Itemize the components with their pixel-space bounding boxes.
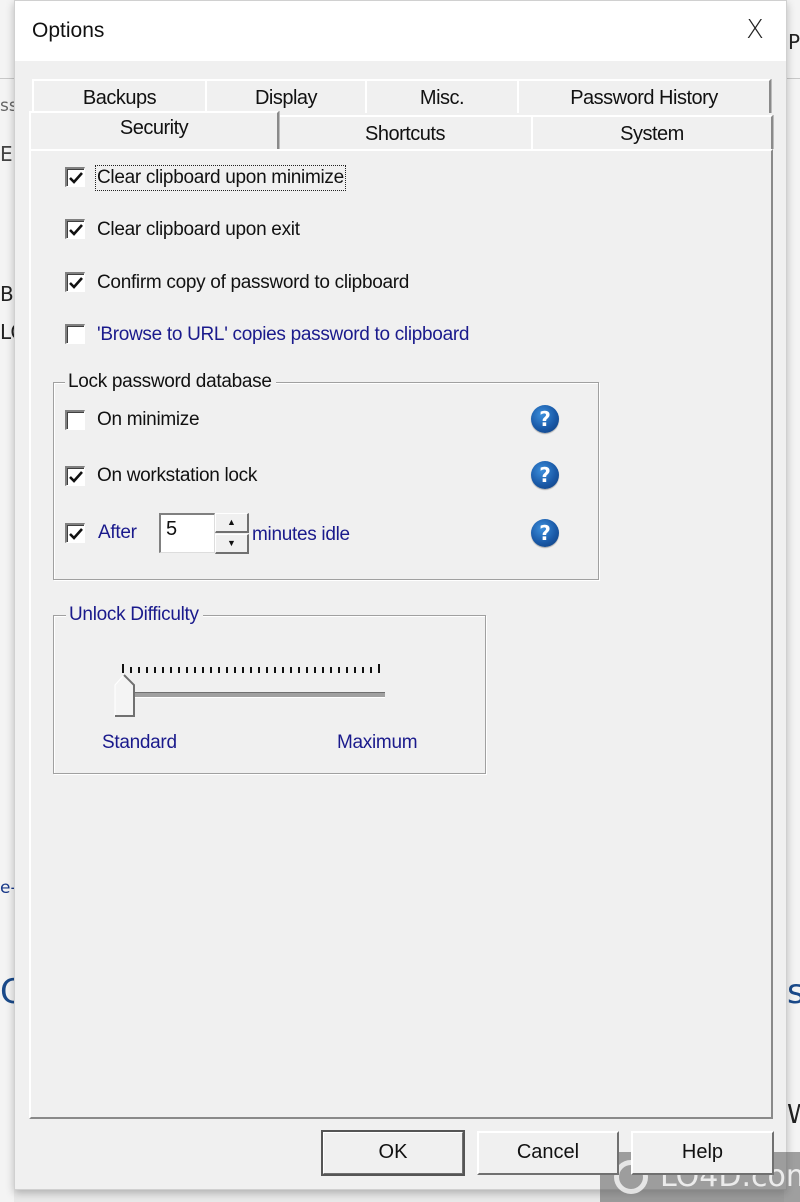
slider-tick <box>154 667 156 673</box>
slider-tick <box>290 667 292 673</box>
unlock-difficulty-group-title: Unlock Difficulty <box>66 604 203 626</box>
slider-tick <box>146 667 148 673</box>
slider-tick <box>346 667 348 673</box>
ok-button[interactable]: OK <box>321 1130 465 1176</box>
lock-after-idle-checkbox[interactable] <box>65 523 85 543</box>
slider-tick <box>234 667 236 673</box>
slider-tick <box>170 667 172 673</box>
slider-tick <box>194 667 196 673</box>
lock-on-workstation-checkbox[interactable] <box>65 466 85 486</box>
lock-on-minimize-checkbox[interactable] <box>65 410 85 430</box>
slider-tick <box>330 667 332 673</box>
confirm-copy-checkbox[interactable] <box>65 272 85 292</box>
arrow-down-icon: ▼ <box>227 538 236 548</box>
help-icon[interactable]: ? <box>531 405 559 433</box>
options-dialog: Options X Backups Display Misc. Password… <box>14 0 787 1190</box>
slider-ticks <box>122 664 380 676</box>
slider-tick <box>298 667 300 673</box>
help-button[interactable]: Help <box>631 1131 774 1175</box>
browse-url-copies-checkbox[interactable] <box>65 324 85 344</box>
slider-tick <box>274 667 276 673</box>
slider-tick <box>282 667 284 673</box>
lock-after-label[interactable]: After <box>98 522 137 544</box>
confirm-copy-label[interactable]: Confirm copy of password to clipboard <box>97 272 409 294</box>
slider-tick <box>122 664 124 673</box>
security-content: Clear clipboard upon minimize Clear clip… <box>1 1 800 1189</box>
slider-tick <box>354 667 356 673</box>
slider-min-label: Standard <box>102 732 177 753</box>
browse-url-copies-label[interactable]: 'Browse to URL' copies password to clipb… <box>97 324 469 346</box>
lock-on-minimize-label[interactable]: On minimize <box>97 409 200 431</box>
slider-tick <box>186 667 188 673</box>
arrow-up-icon: ▲ <box>227 517 236 527</box>
slider-tick <box>266 667 268 673</box>
spinner-up-button[interactable]: ▲ <box>215 513 249 533</box>
slider-tick <box>202 667 204 673</box>
minutes-idle-label: minutes idle <box>252 524 350 545</box>
help-icon[interactable]: ? <box>531 461 559 489</box>
spinner-down-button[interactable]: ▼ <box>215 534 249 554</box>
slider-tick <box>362 667 364 673</box>
slider-tick <box>178 667 180 673</box>
slider-thumb[interactable] <box>114 673 135 717</box>
clear-clipboard-minimize-label[interactable]: Clear clipboard upon minimize <box>95 165 346 191</box>
slider-tick <box>378 664 380 673</box>
cancel-button[interactable]: Cancel <box>477 1131 619 1175</box>
slider-tick <box>138 667 140 673</box>
slider-tick <box>250 667 252 673</box>
slider-tick <box>242 667 244 673</box>
clear-clipboard-exit-checkbox[interactable] <box>65 219 85 239</box>
slider-tick <box>162 667 164 673</box>
slider-tick <box>306 667 308 673</box>
slider-tick <box>218 667 220 673</box>
slider-tick <box>370 667 372 673</box>
slider-tick <box>210 667 212 673</box>
clear-clipboard-minimize-checkbox[interactable] <box>65 167 85 187</box>
help-icon[interactable]: ? <box>531 519 559 547</box>
lock-on-workstation-label[interactable]: On workstation lock <box>97 465 257 487</box>
slider-tick <box>314 667 316 673</box>
slider-tick <box>338 667 340 673</box>
slider-tick <box>226 667 228 673</box>
slider-max-label: Maximum <box>337 732 418 753</box>
slider-tick <box>322 667 324 673</box>
slider-track[interactable] <box>129 692 385 698</box>
clear-clipboard-exit-label[interactable]: Clear clipboard upon exit <box>97 219 300 241</box>
idle-minutes-input[interactable]: 5 <box>159 513 215 553</box>
lock-database-group-title: Lock password database <box>65 371 276 393</box>
slider-tick <box>258 667 260 673</box>
